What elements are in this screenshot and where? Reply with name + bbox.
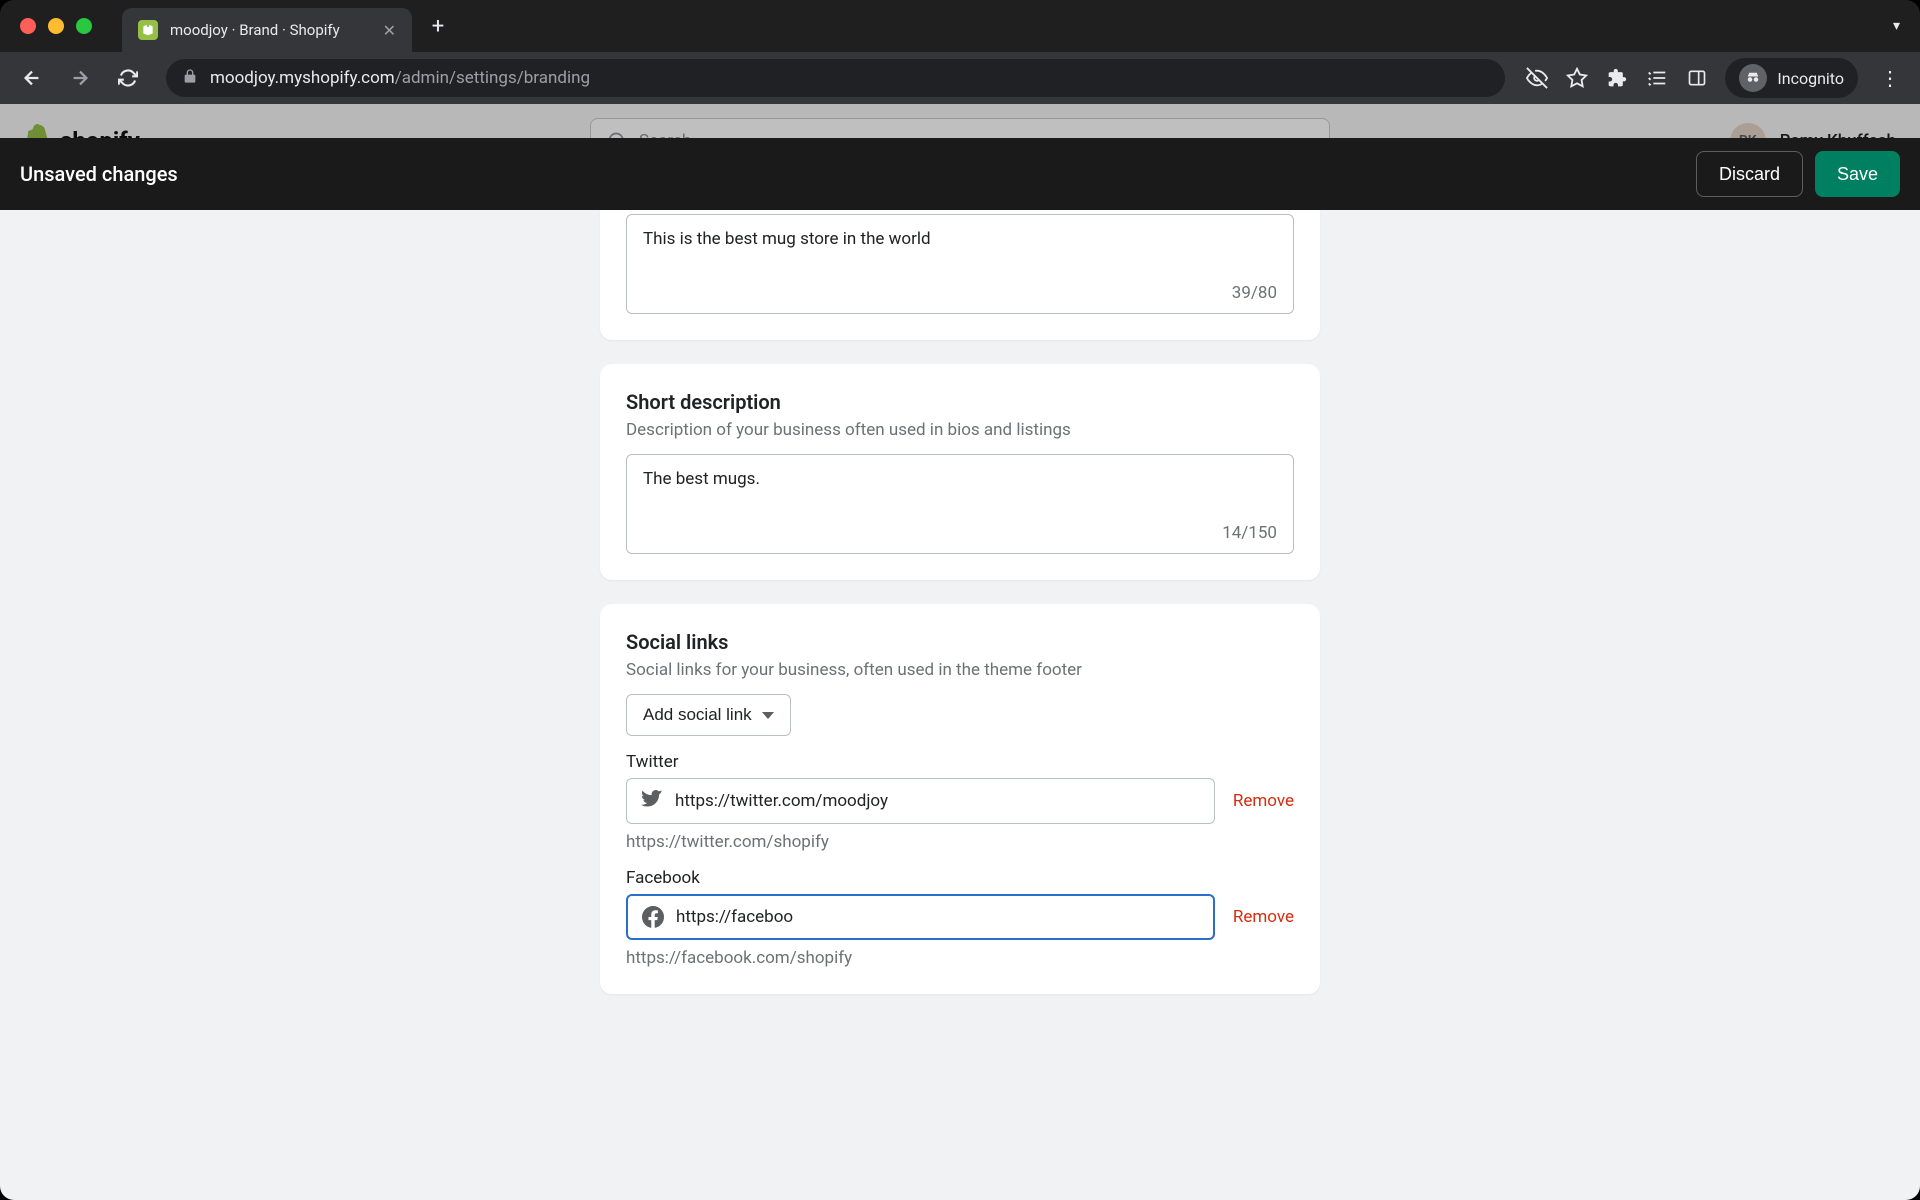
slogan-textarea-wrap: 39/80 xyxy=(626,214,1294,314)
browser-menu-button[interactable]: ⋮ xyxy=(1874,66,1906,90)
slogan-card: 39/80 xyxy=(600,210,1320,340)
incognito-badge[interactable]: Incognito xyxy=(1725,58,1858,98)
facebook-label: Facebook xyxy=(626,868,1294,888)
add-social-link-label: Add social link xyxy=(643,705,752,725)
tab-title: moodjoy · Brand · Shopify xyxy=(170,21,371,39)
short-description-title: Short description xyxy=(626,390,1294,414)
reading-list-icon[interactable] xyxy=(1645,66,1669,90)
toolbar-right: Incognito ⋮ xyxy=(1525,58,1906,98)
eye-off-icon[interactable] xyxy=(1525,66,1549,90)
social-links-title: Social links xyxy=(626,630,1294,654)
twitter-hint: https://twitter.com/shopify xyxy=(626,832,1294,852)
url-text: moodjoy.myshopify.com/admin/settings/bra… xyxy=(210,68,590,88)
twitter-label: Twitter xyxy=(626,752,1294,772)
twitter-remove-button[interactable]: Remove xyxy=(1233,791,1294,811)
settings-content: 39/80 Short description Description of y… xyxy=(0,210,1920,1200)
back-button[interactable] xyxy=(14,60,50,96)
star-icon[interactable] xyxy=(1565,66,1589,90)
discard-button[interactable]: Discard xyxy=(1696,151,1803,197)
window-minimize-button[interactable] xyxy=(48,18,64,34)
unsaved-message: Unsaved changes xyxy=(20,162,178,186)
window-close-button[interactable] xyxy=(20,18,36,34)
tabs-overflow-icon[interactable]: ▾ xyxy=(1893,18,1900,34)
save-button[interactable]: Save xyxy=(1815,151,1900,197)
window-controls xyxy=(20,18,92,34)
address-bar[interactable]: moodjoy.myshopify.com/admin/settings/bra… xyxy=(166,59,1505,97)
twitter-icon xyxy=(641,790,663,812)
app-viewport: shopify Search RK Ramy Khuffash Unsaved … xyxy=(0,104,1920,1200)
short-description-card: Short description Description of your bu… xyxy=(600,364,1320,580)
social-links-subtitle: Social links for your business, often us… xyxy=(626,660,1294,680)
slogan-char-count: 39/80 xyxy=(1232,283,1277,303)
incognito-icon xyxy=(1739,64,1767,92)
facebook-icon xyxy=(642,906,664,928)
browser-tab[interactable]: moodjoy · Brand · Shopify ✕ xyxy=(122,8,412,52)
window-maximize-button[interactable] xyxy=(76,18,92,34)
social-links-card: Social links Social links for your busin… xyxy=(600,604,1320,994)
unsaved-changes-bar: Unsaved changes Discard Save xyxy=(0,138,1920,210)
facebook-remove-button[interactable]: Remove xyxy=(1233,907,1294,927)
facebook-input-wrap xyxy=(626,894,1215,940)
forward-button[interactable] xyxy=(62,60,98,96)
browser-tab-strip: moodjoy · Brand · Shopify ✕ + ▾ xyxy=(0,0,1920,52)
browser-toolbar: moodjoy.myshopify.com/admin/settings/bra… xyxy=(0,52,1920,104)
short-description-subtitle: Description of your business often used … xyxy=(626,420,1294,440)
new-tab-button[interactable]: + xyxy=(420,8,456,44)
short-description-textarea[interactable] xyxy=(627,455,1293,525)
shopify-favicon-icon xyxy=(138,20,158,40)
lock-icon xyxy=(182,68,198,88)
add-social-link-button[interactable]: Add social link xyxy=(626,694,791,736)
extensions-icon[interactable] xyxy=(1605,66,1629,90)
chevron-down-icon xyxy=(762,712,774,719)
short-description-char-count: 14/150 xyxy=(1222,523,1277,543)
side-panel-icon[interactable] xyxy=(1685,66,1709,90)
twitter-input-wrap xyxy=(626,778,1215,824)
incognito-label: Incognito xyxy=(1777,69,1844,88)
reload-button[interactable] xyxy=(110,60,146,96)
facebook-hint: https://facebook.com/shopify xyxy=(626,948,1294,968)
url-path: /admin/settings/branding xyxy=(395,68,590,88)
twitter-input[interactable] xyxy=(675,791,1200,811)
url-host: moodjoy.myshopify.com xyxy=(210,68,395,88)
tab-close-button[interactable]: ✕ xyxy=(383,21,396,40)
short-description-textarea-wrap: 14/150 xyxy=(626,454,1294,554)
facebook-input[interactable] xyxy=(676,907,1199,927)
slogan-textarea[interactable] xyxy=(627,215,1293,285)
